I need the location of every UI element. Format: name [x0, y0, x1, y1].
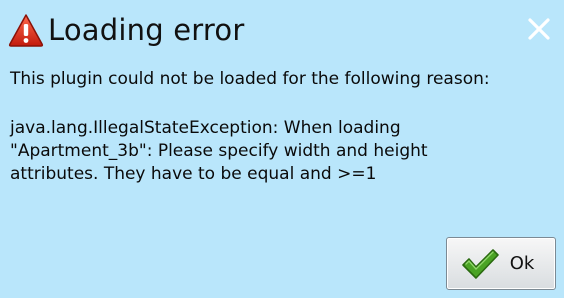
- close-icon[interactable]: [526, 16, 552, 42]
- ok-button-label: Ok: [509, 253, 535, 274]
- error-text: java.lang.IllegalStateException: When lo…: [10, 118, 428, 184]
- error-dialog: Loading error This plugin could not be l…: [0, 0, 564, 298]
- check-icon: [461, 248, 499, 279]
- dialog-title: Loading error: [48, 13, 245, 47]
- dialog-title-bar: Loading error: [8, 10, 244, 50]
- warning-icon: [8, 14, 44, 47]
- intro-text: This plugin could not be loaded for the …: [10, 69, 490, 89]
- ok-button[interactable]: Ok: [446, 237, 556, 290]
- dialog-message: This plugin could not be loaded for the …: [10, 68, 555, 186]
